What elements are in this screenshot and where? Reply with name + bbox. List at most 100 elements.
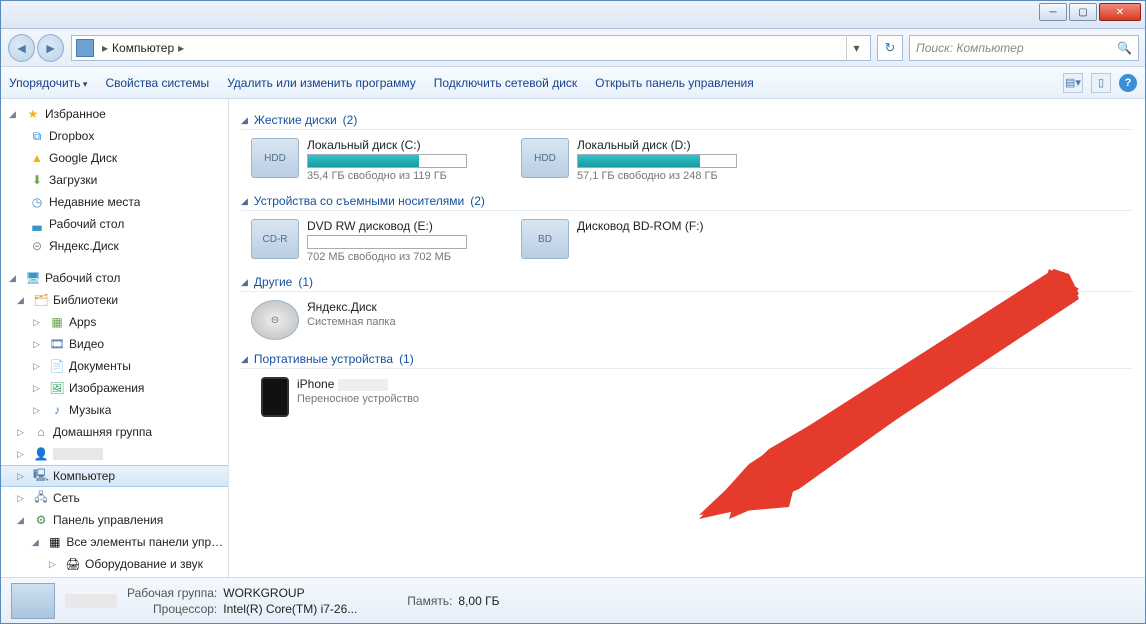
tree-downloads[interactable]: ⬇Загрузки (1, 169, 228, 191)
group-hdd[interactable]: ◢ Жесткие диски (2) (241, 113, 1133, 130)
tree-dropbox[interactable]: ⧉Dropbox (1, 125, 228, 147)
group-removable[interactable]: ◢ Устройства со съемными носителями (2) (241, 194, 1133, 211)
drive-capacity: 57,1 ГБ свободно из 248 ГБ (577, 170, 771, 182)
drive-sub: Системная папка (307, 316, 501, 328)
dvd-icon: CD-R (251, 219, 299, 259)
tree-cpl-hw[interactable]: ▷🖨Оборудование и звук (1, 553, 228, 575)
cpu-value: Intel(R) Core(TM) i7-26... (223, 602, 357, 616)
tree-desktop[interactable]: ◢🖥Рабочий стол (1, 267, 228, 289)
downloads-icon: ⬇ (29, 172, 45, 188)
hdd-icon: HDD (251, 138, 299, 178)
workgroup-label: Рабочая группа: (127, 586, 217, 600)
yandex-disk-icon: ⊝ (29, 238, 45, 254)
tree-gdrive[interactable]: ▲Google Диск (1, 147, 228, 169)
recent-icon: ◷ (29, 194, 45, 210)
cpl-all-icon: ▦ (47, 534, 62, 550)
map-drive-button[interactable]: Подключить сетевой диск (434, 76, 577, 90)
status-bar: Рабочая группа: WORKGROUP Процессор: Int… (1, 577, 1145, 623)
maximize-button[interactable]: ▢ (1069, 3, 1097, 21)
tree-desktop-fav[interactable]: ▃Рабочий стол (1, 213, 228, 235)
star-icon: ★ (25, 106, 41, 122)
tree-videos[interactable]: ▷🎞Видео (1, 333, 228, 355)
group-title: Устройства со съемными носителями (254, 194, 464, 208)
chevron-down-icon: ◢ (241, 354, 248, 365)
desktop-icon: 🖥 (25, 270, 41, 286)
video-icon: 🎞 (49, 336, 65, 352)
tree-user[interactable]: ▷👤 (1, 443, 228, 465)
yandex-disk-icon: ⊝ (251, 300, 299, 340)
desktop-icon: ▃ (29, 216, 45, 232)
tree-recent[interactable]: ◷Недавние места (1, 191, 228, 213)
drive-f[interactable]: BD Дисковод BD-ROM (F:) (521, 219, 771, 263)
memory-label: Память: (407, 594, 452, 608)
group-count: (2) (470, 194, 485, 208)
documents-icon: 📄 (49, 358, 65, 374)
dropbox-icon: ⧉ (29, 128, 45, 144)
tree-control-panel[interactable]: ◢⚙Панель управления (1, 509, 228, 531)
tree-favorites[interactable]: ◢★Избранное (1, 103, 228, 125)
homegroup-icon: ⌂ (33, 424, 49, 440)
nav-bar: ◄ ► ▸ Компьютер ▸ ▾ ↻ Поиск: Компьютер 🔍 (1, 29, 1145, 67)
tree-network[interactable]: ▷🖧Сеть (1, 487, 228, 509)
drive-e[interactable]: CD-R DVD RW дисковод (E:) 702 МБ свободн… (251, 219, 501, 263)
organize-menu[interactable]: Упорядочить (9, 76, 87, 90)
tree-apps[interactable]: ▷▦Apps (1, 311, 228, 333)
drive-c[interactable]: HDD Локальный диск (C:) 35,4 ГБ свободно… (251, 138, 501, 182)
tree-yandex[interactable]: ⊝Яндекс.Диск (1, 235, 228, 257)
chevron-right-icon: ▸ (174, 41, 188, 55)
drive-capacity: 702 МБ свободно из 702 МБ (307, 251, 501, 263)
toolbar: Упорядочить Свойства системы Удалить или… (1, 67, 1145, 99)
content-pane: ◢ Жесткие диски (2) HDD Локальный диск (… (229, 99, 1145, 577)
preview-pane-button[interactable]: ▯ (1091, 73, 1111, 93)
bd-icon: BD (521, 219, 569, 259)
forward-button[interactable]: ► (37, 34, 64, 62)
explorer-window: ─ ▢ ✕ ◄ ► ▸ Компьютер ▸ ▾ ↻ Поиск: Компь… (0, 0, 1146, 624)
breadcrumb-item[interactable]: Компьютер (112, 41, 174, 55)
refresh-button[interactable]: ↻ (877, 35, 903, 61)
music-icon: ♪ (49, 402, 65, 418)
drive-name: Яндекс.Диск (307, 300, 501, 314)
nav-arrows: ◄ ► (7, 33, 65, 63)
network-icon: 🖧 (33, 490, 49, 506)
help-button[interactable]: ? (1119, 74, 1137, 92)
computer-icon: 🖳 (33, 468, 49, 484)
chevron-down-icon: ◢ (241, 115, 248, 126)
open-control-panel-button[interactable]: Открыть панель управления (595, 76, 754, 90)
search-icon: 🔍 (1117, 41, 1132, 55)
titlebar: ─ ▢ ✕ (1, 1, 1145, 29)
search-input[interactable]: Поиск: Компьютер 🔍 (909, 35, 1139, 61)
user-icon: 👤 (33, 446, 49, 462)
system-properties-button[interactable]: Свойства системы (105, 76, 209, 90)
tree-documents[interactable]: ▷📄Документы (1, 355, 228, 377)
drive-name: Локальный диск (C:) (307, 138, 501, 152)
drive-name: iPhone (297, 377, 501, 391)
group-portable[interactable]: ◢ Портативные устройства (1) (241, 352, 1133, 369)
drive-d[interactable]: HDD Локальный диск (D:) 57,1 ГБ свободно… (521, 138, 771, 182)
computer-icon (11, 583, 55, 619)
tree-computer[interactable]: ▷🖳Компьютер (1, 465, 228, 487)
chevron-down-icon: ◢ (241, 196, 248, 207)
uninstall-program-button[interactable]: Удалить или изменить программу (227, 76, 416, 90)
group-other[interactable]: ◢ Другие (1) (241, 275, 1133, 292)
tree-cpl-all[interactable]: ◢▦Все элементы панели управле (1, 531, 228, 553)
workgroup-value: WORKGROUP (223, 586, 357, 600)
back-button[interactable]: ◄ (8, 34, 35, 62)
group-title: Портативные устройства (254, 352, 393, 366)
breadcrumb[interactable]: ▸ Компьютер ▸ ▾ (71, 35, 871, 61)
drive-iphone[interactable]: iPhone Переносное устройство (251, 377, 501, 417)
close-button[interactable]: ✕ (1099, 3, 1141, 21)
tree-homegroup[interactable]: ▷⌂Домашняя группа (1, 421, 228, 443)
capacity-bar (307, 235, 467, 249)
pictures-icon: 🖼 (49, 380, 65, 396)
drive-capacity: 35,4 ГБ свободно из 119 ГБ (307, 170, 501, 182)
tree-libraries[interactable]: ◢🗂Библиотеки (1, 289, 228, 311)
drive-yandex[interactable]: ⊝ Яндекс.Диск Системная папка (251, 300, 501, 340)
memory-value: 8,00 ГБ (458, 594, 499, 608)
breadcrumb-dropdown[interactable]: ▾ (846, 35, 866, 61)
minimize-button[interactable]: ─ (1039, 3, 1067, 21)
status-name-redacted (65, 594, 117, 608)
tree-pictures[interactable]: ▷🖼Изображения (1, 377, 228, 399)
view-button[interactable]: ▤▾ (1063, 73, 1083, 93)
tree-music[interactable]: ▷♪Музыка (1, 399, 228, 421)
drive-name: DVD RW дисковод (E:) (307, 219, 501, 233)
